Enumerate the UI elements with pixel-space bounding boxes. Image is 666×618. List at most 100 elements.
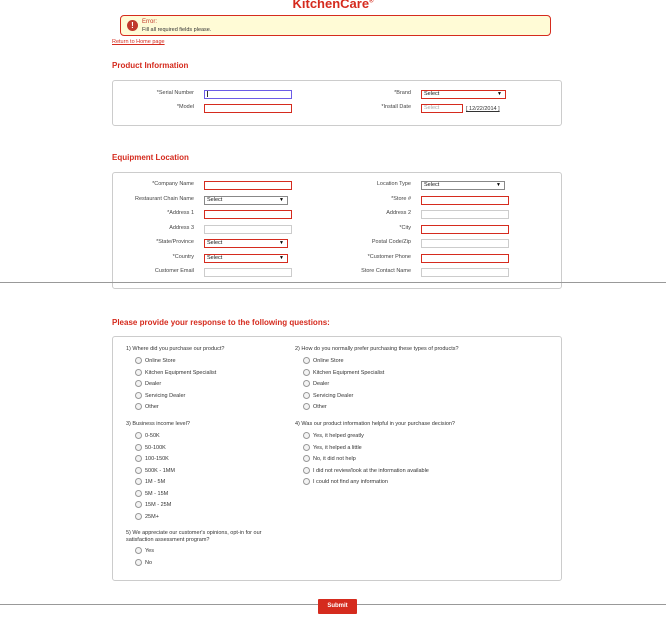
radio-option-label[interactable]: Yes	[145, 548, 154, 554]
install-date-placeholder: Select	[424, 105, 440, 111]
radio-option-label[interactable]: Online Store	[313, 358, 344, 364]
radio-option-label[interactable]: Other	[145, 404, 159, 410]
radio-button[interactable]	[303, 432, 310, 439]
radio-option-label[interactable]: 0-50K	[145, 433, 160, 439]
radio-button[interactable]	[135, 547, 142, 554]
radio-button[interactable]	[303, 466, 310, 474]
address2-label: Address 2	[386, 210, 411, 216]
radio-button[interactable]	[135, 368, 142, 376]
install-date-input[interactable]: Select	[421, 104, 463, 113]
radio-button[interactable]	[135, 455, 142, 462]
divider	[0, 282, 666, 283]
product-information-panel	[112, 80, 562, 126]
radio-option-label[interactable]: Kitchen Equipment Specialist	[313, 370, 384, 376]
model-input[interactable]	[204, 104, 292, 113]
radio-option-label[interactable]: 5M - 15M	[145, 491, 168, 497]
radio-option-label[interactable]: No, it did not help	[313, 456, 356, 462]
restaurant-chain-label: Restaurant Chain Name	[134, 196, 194, 202]
radio-button[interactable]	[303, 478, 310, 485]
radio-option-label[interactable]: Servicing Dealer	[313, 393, 353, 399]
radio-option-label[interactable]: Dealer	[145, 381, 161, 387]
logo-text: KitchenCare	[292, 0, 370, 11]
address1-input[interactable]	[204, 210, 292, 219]
radio-option-label[interactable]: I did not review/look at the information…	[313, 468, 429, 474]
radio-button[interactable]	[135, 489, 142, 497]
chevron-down-icon: ▼	[497, 91, 502, 97]
question-2-text: 2) How do you normally prefer purchasing…	[295, 346, 459, 352]
radio-button[interactable]	[135, 512, 142, 520]
radio-option-label[interactable]: Online Store	[145, 358, 176, 364]
radio-button[interactable]	[303, 357, 310, 364]
radio-option-label[interactable]: Dealer	[313, 381, 329, 387]
store-number-input[interactable]	[421, 196, 509, 205]
brand-label: *Brand	[394, 90, 411, 96]
model-label: *Model	[176, 104, 194, 110]
state-province-label: *State/Province	[156, 239, 194, 245]
radio-option-label[interactable]: I could not find any information	[313, 479, 388, 485]
chevron-down-icon: ▼	[279, 240, 284, 246]
radio-option-label[interactable]: 50-100K	[145, 445, 166, 451]
radio-button[interactable]	[135, 432, 142, 439]
country-select[interactable]: Select ▼	[204, 254, 288, 263]
return-home-link[interactable]: Return to Home page	[112, 39, 165, 45]
restaurant-chain-select[interactable]: Select ▼	[204, 196, 288, 205]
error-title: Error:	[142, 19, 157, 25]
postal-code-input[interactable]	[421, 239, 509, 248]
radio-option-label[interactable]: 100-150K	[145, 456, 169, 462]
city-input[interactable]	[421, 225, 509, 234]
location-type-value: Select	[424, 182, 440, 188]
question-4-text: 4) Was our product information helpful i…	[295, 421, 455, 427]
address3-input[interactable]	[204, 225, 292, 234]
radio-option-label[interactable]: Servicing Dealer	[145, 393, 185, 399]
radio-option-label[interactable]: 500K - 1MM	[145, 468, 175, 474]
serial-number-label: *Serial Number	[156, 90, 194, 96]
radio-option-label[interactable]: Other	[313, 404, 327, 410]
radio-button[interactable]	[135, 391, 142, 399]
radio-option-label[interactable]: 15M - 25M	[145, 502, 171, 508]
radio-option-label[interactable]: Kitchen Equipment Specialist	[145, 370, 216, 376]
radio-button[interactable]	[135, 478, 142, 485]
chevron-down-icon: ▼	[496, 182, 501, 188]
radio-button[interactable]	[135, 558, 142, 566]
radio-button[interactable]	[303, 443, 310, 451]
radio-button[interactable]	[303, 380, 310, 387]
radio-button[interactable]	[303, 403, 310, 410]
chevron-down-icon: ▼	[279, 197, 284, 203]
radio-button[interactable]	[303, 391, 310, 399]
postal-code-label: Postal Code/Zip	[371, 239, 411, 245]
radio-button[interactable]	[135, 357, 142, 364]
radio-option-label[interactable]: Yes, it helped greatly	[313, 433, 364, 439]
address3-label: Address 3	[169, 225, 194, 231]
serial-number-input[interactable]	[204, 90, 292, 99]
radio-option-label[interactable]: 25M+	[145, 514, 159, 520]
address2-input[interactable]	[421, 210, 509, 219]
logo-registered-mark: ®	[369, 0, 374, 5]
location-type-select[interactable]: Select ▼	[421, 181, 505, 190]
customer-phone-input[interactable]	[421, 254, 509, 263]
error-message: Fill all required fields please.	[142, 27, 212, 33]
store-number-label: *Store #	[391, 196, 411, 202]
question-5-text-line1: 5) We appreciate our customer's opinions…	[126, 530, 262, 536]
brand-select[interactable]: Select ▼	[421, 90, 506, 99]
install-date-today-link[interactable]: [ 12/22/2014 ]	[466, 106, 500, 112]
store-contact-input[interactable]	[421, 268, 509, 277]
radio-button[interactable]	[135, 443, 142, 451]
restaurant-chain-value: Select	[207, 197, 223, 203]
radio-button[interactable]	[135, 380, 142, 387]
radio-button[interactable]	[135, 501, 142, 508]
company-name-label: *Company Name	[152, 181, 194, 187]
chevron-down-icon: ▼	[279, 255, 284, 261]
radio-option-label[interactable]: No	[145, 560, 152, 566]
equipment-location-heading: Equipment Location	[112, 153, 189, 162]
radio-option-label[interactable]: Yes, it helped a little	[313, 445, 362, 451]
radio-button[interactable]	[303, 368, 310, 376]
submit-button[interactable]: Submit	[318, 599, 357, 614]
radio-button[interactable]	[135, 403, 142, 410]
customer-email-label: Customer Email	[154, 268, 194, 274]
state-province-select[interactable]: Select ▼	[204, 239, 288, 248]
company-name-input[interactable]	[204, 181, 292, 190]
radio-button[interactable]	[135, 466, 142, 474]
radio-button[interactable]	[303, 455, 310, 462]
radio-option-label[interactable]: 1M - 5M	[145, 479, 165, 485]
customer-email-input[interactable]	[204, 268, 292, 277]
